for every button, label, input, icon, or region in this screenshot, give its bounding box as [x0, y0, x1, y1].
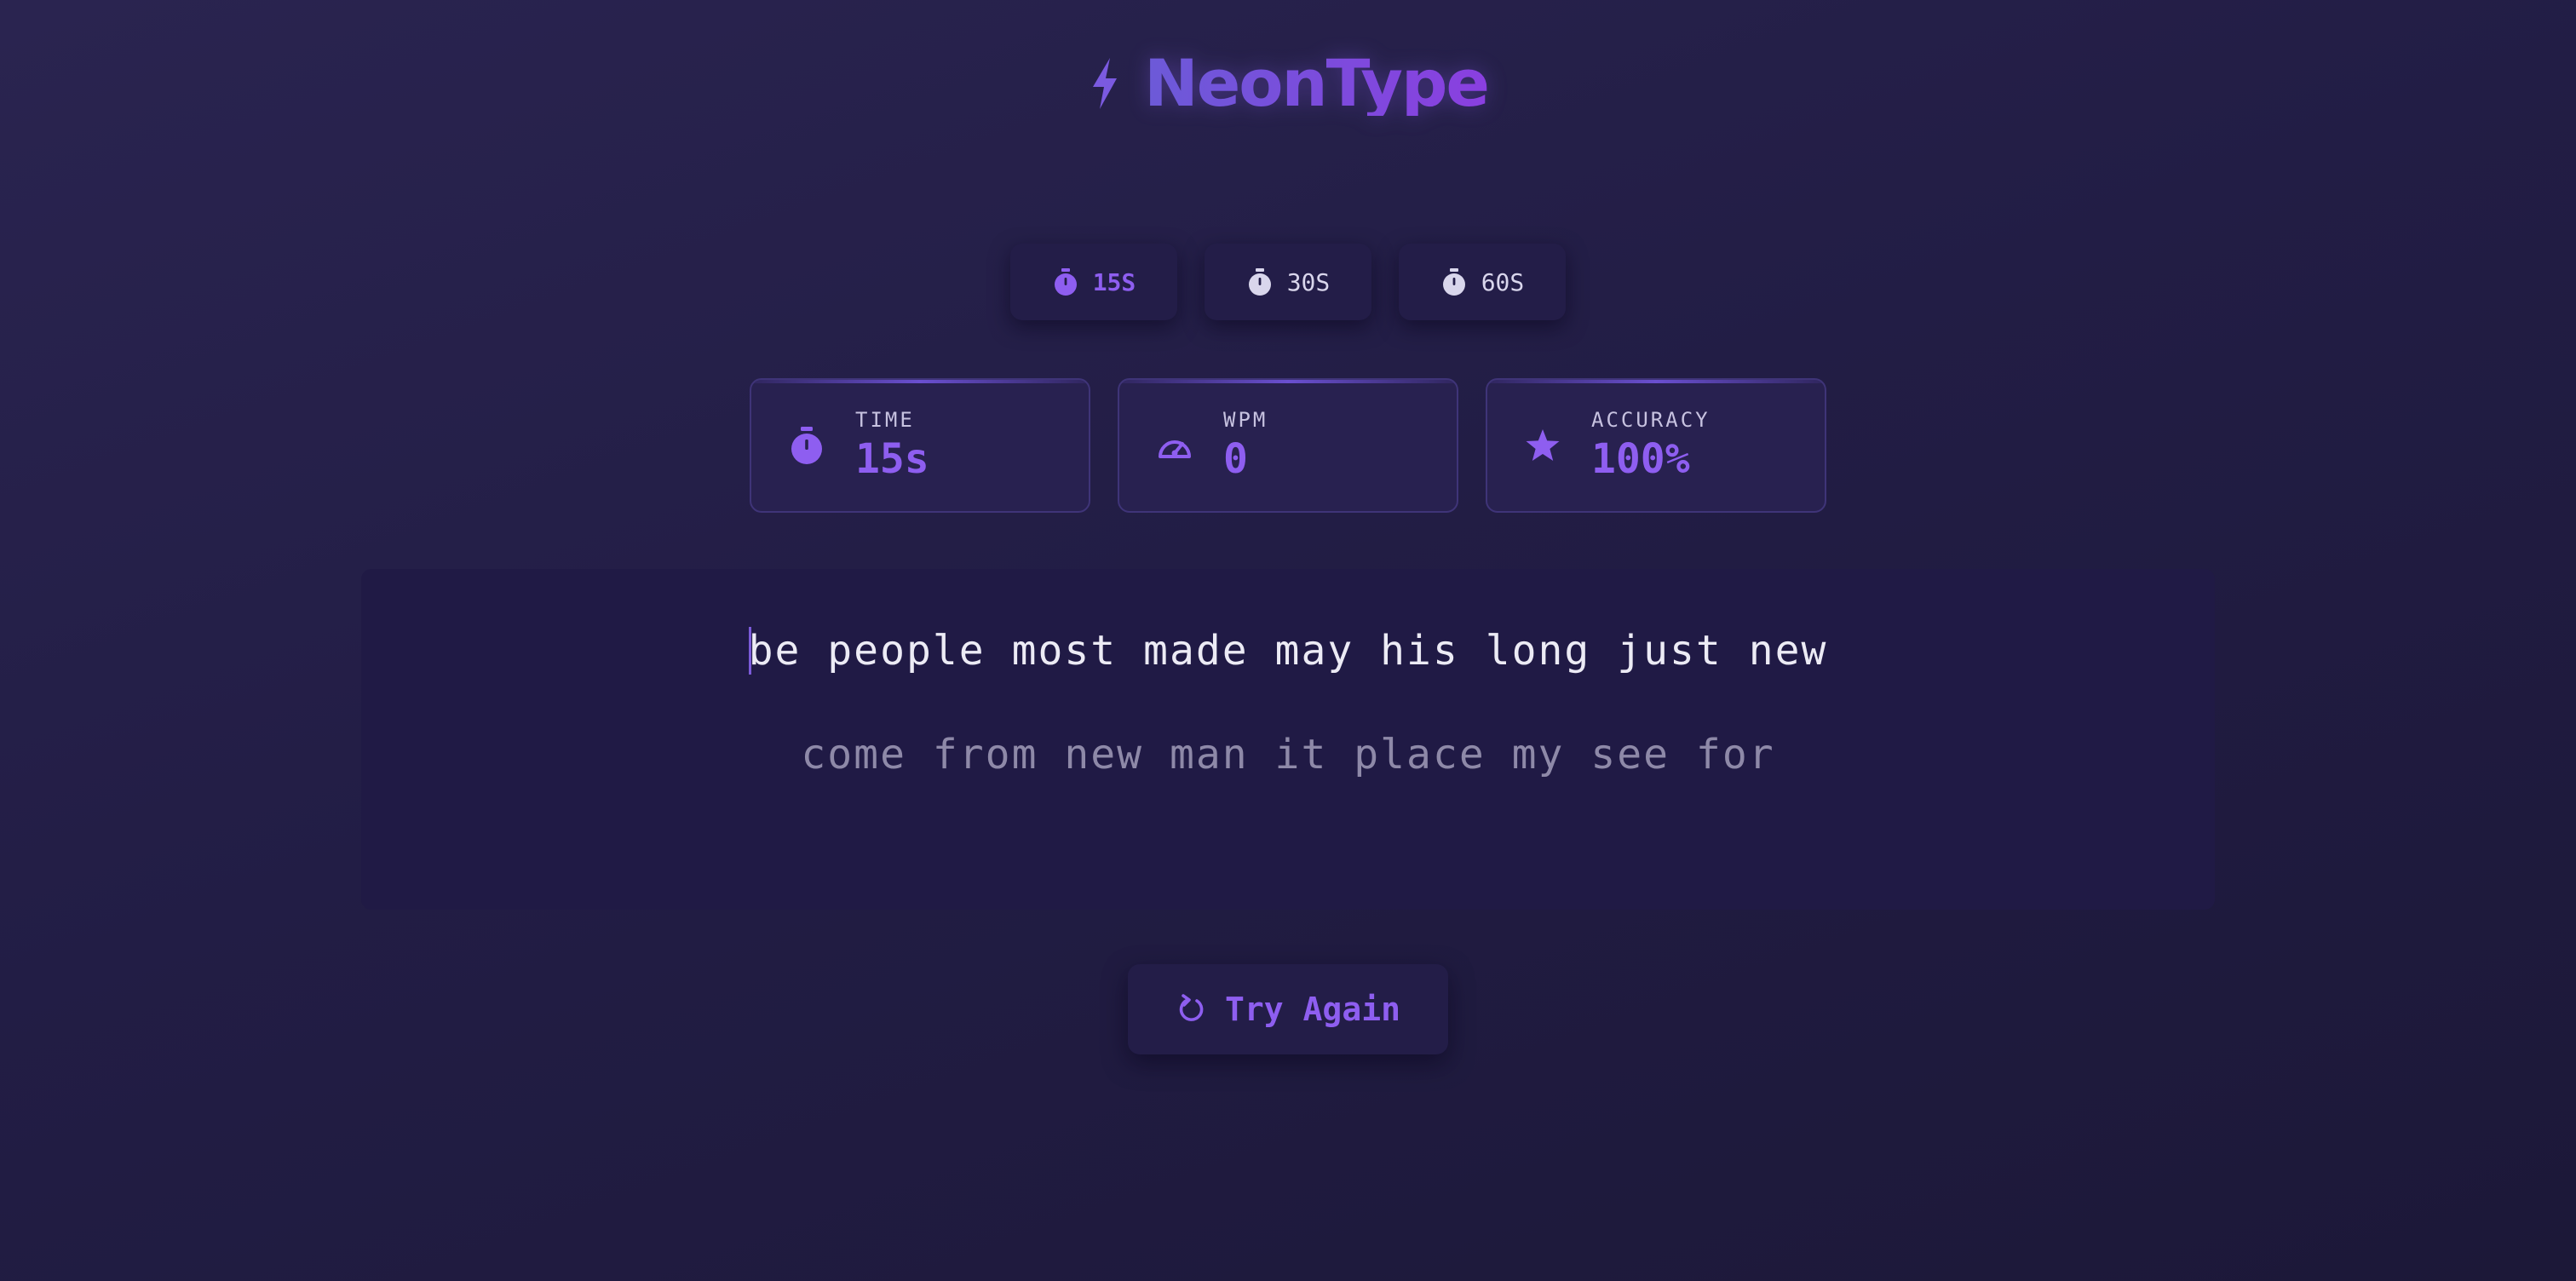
stopwatch-icon [1246, 267, 1274, 296]
time-stat-label: TIME [855, 408, 915, 432]
accuracy-stat-value: 100% [1591, 435, 1690, 483]
duration-selector: 15S 30S 60S [0, 244, 2576, 320]
stopwatch-icon [789, 426, 825, 465]
lightning-bolt-icon [1088, 56, 1122, 111]
typing-area[interactable]: be people most made may his long just ne… [361, 569, 2215, 910]
typing-line-current-text: be people most made may his long just ne… [748, 627, 1828, 675]
accuracy-stat-label: ACCURACY [1591, 408, 1711, 432]
time-stat-card: TIME 15s [750, 378, 1090, 513]
try-again-label: Try Again [1225, 991, 1400, 1028]
wpm-stat-card: WPM 0 [1118, 378, 1458, 513]
stopwatch-icon [1052, 267, 1079, 296]
duration-button-60s[interactable]: 60S [1399, 244, 1566, 320]
typing-line-current: be people most made may his long just ne… [361, 627, 2215, 675]
app-logo-title: NeonType [1144, 45, 1490, 121]
time-stat-value: 15s [855, 435, 929, 483]
refresh-icon [1176, 993, 1206, 1025]
accuracy-stat-card: ACCURACY 100% [1486, 378, 1826, 513]
duration-button-30s[interactable]: 30S [1205, 244, 1371, 320]
stats-panel: TIME 15s WPM 0 ACCURACY 100% [0, 378, 2576, 513]
typing-line-next: come from new man it place my see for [801, 731, 1775, 778]
duration-label: 30S [1286, 267, 1331, 296]
speedometer-icon [1157, 431, 1193, 460]
stopwatch-icon [1440, 267, 1468, 296]
duration-label: 15S [1092, 267, 1136, 296]
app-header: NeonType [0, 51, 2576, 116]
duration-label: 60S [1481, 267, 1525, 296]
wpm-stat-value: 0 [1223, 435, 1248, 483]
star-icon [1525, 428, 1561, 462]
wpm-stat-label: WPM [1223, 408, 1268, 432]
duration-button-15s[interactable]: 15S [1010, 244, 1177, 320]
try-again-button[interactable]: Try Again [1128, 964, 1448, 1054]
